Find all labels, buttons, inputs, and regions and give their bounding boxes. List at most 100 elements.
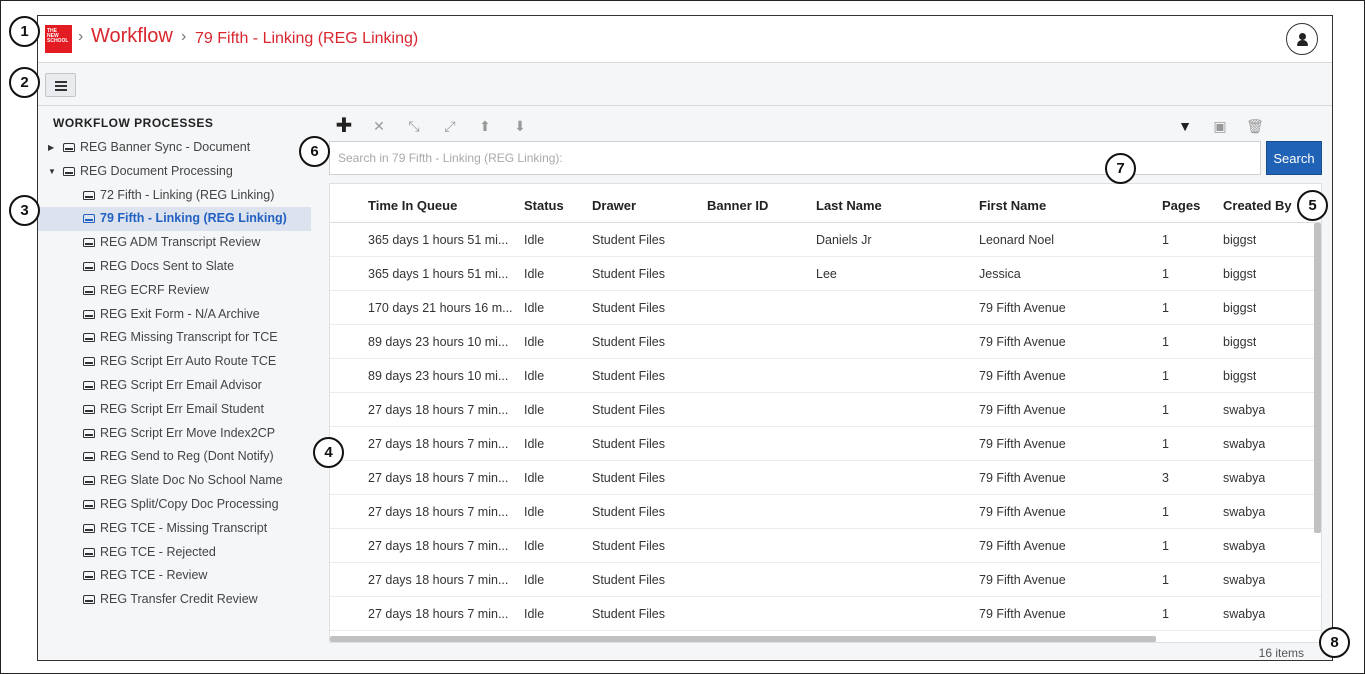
sidebar-item[interactable]: ▼ REG Document Processing (38, 160, 311, 184)
sidebar-item-label: REG Script Err Auto Route TCE (100, 354, 277, 369)
table-cell: swabya (1223, 573, 1266, 587)
callout-marker: 4 (313, 437, 344, 468)
table-row[interactable]: 27 days 18 hours 7 min... Idle Student Fil… (330, 461, 1321, 495)
sidebar-item[interactable]: ▶ REG Banner Sync - Document (38, 136, 311, 160)
sidebar-item[interactable]: REG Missing Transcript for TCE (38, 326, 311, 350)
column-header[interactable]: Banner ID (707, 198, 768, 213)
table-row[interactable]: 27 days 18 hours 7 min... Idle Student Fil… (330, 495, 1321, 529)
sidebar-item-label: REG Transfer Credit Review (100, 592, 258, 607)
sidebar-item[interactable]: REG ADM Transcript Review (38, 231, 311, 255)
app-window: THE NEW SCHOOL › Workflow › 79 Fifth - L… (37, 15, 1333, 661)
table-cell: 1 (1162, 335, 1169, 349)
filter-icon[interactable]: ▼ (1175, 116, 1195, 136)
sidebar-item[interactable]: REG TCE - Review (38, 564, 311, 588)
table-cell: 79 Fifth Avenue (979, 335, 1066, 349)
table-cell: 79 Fifth Avenue (979, 505, 1066, 519)
table-row[interactable]: 170 days 21 hours 16 m... Idle Student Fil… (330, 291, 1321, 325)
chevron-down-icon[interactable]: ▼ (48, 167, 56, 176)
inbox-icon (83, 309, 95, 319)
column-header[interactable]: Status (524, 198, 564, 213)
table-cell: 27 days 18 hours 7 min... (368, 403, 509, 417)
column-header[interactable]: Drawer (592, 198, 636, 213)
table-cell: 365 days 1 hours 51 mi... (368, 267, 509, 281)
collapse-icon[interactable]: ⤡ (404, 116, 424, 136)
table-row[interactable]: 365 days 1 hours 51 mi... Idle Student Fil… (330, 223, 1321, 257)
sidebar-item[interactable]: 72 Fifth - Linking (REG Linking) (38, 184, 311, 208)
callout-marker: 1 (9, 16, 40, 47)
table-cell: biggst (1223, 369, 1257, 383)
sidebar-item[interactable]: 79 Fifth - Linking (REG Linking) (38, 207, 311, 232)
sidebar-item[interactable]: REG TCE - Rejected (38, 541, 311, 565)
close-icon[interactable]: ✕ (369, 116, 389, 136)
sidebar-item[interactable]: REG ECRF Review (38, 279, 311, 303)
callout-marker: 8 (1319, 627, 1350, 658)
table-row[interactable]: 27 days 18 hours 7 min... Idle Student Fil… (330, 393, 1321, 427)
search-button[interactable]: Search (1266, 141, 1322, 175)
expand-icon[interactable]: ⤢ (440, 116, 460, 136)
table-cell: 79 Fifth Avenue (979, 471, 1066, 485)
sidebar-item[interactable]: REG Send to Reg (Dont Notify) (38, 445, 311, 469)
sidebar-item[interactable]: REG Transfer Credit Review (38, 588, 311, 612)
sidebar-item[interactable]: REG Script Err Email Student (38, 398, 311, 422)
table-row[interactable]: 89 days 23 hours 10 mi... Idle Student Fil… (330, 325, 1321, 359)
table-row[interactable]: 27 days 18 hours 7 min... Idle Student Fil… (330, 563, 1321, 597)
callout-marker: 6 (299, 136, 330, 167)
table-cell: swabya (1223, 403, 1266, 417)
table-row[interactable]: 27 days 18 hours 7 min... Idle Student Fil… (330, 597, 1321, 631)
add-icon[interactable]: ✚ (334, 116, 354, 136)
callout-marker: 7 (1105, 153, 1136, 184)
sidebar-item[interactable]: REG Script Err Auto Route TCE (38, 350, 311, 374)
trash-icon[interactable]: 🗑 (1245, 116, 1265, 136)
horizontal-scrollbar[interactable] (330, 636, 1156, 642)
table-row[interactable]: 89 days 23 hours 10 mi... Idle Student Fil… (330, 359, 1321, 393)
table-cell: Student Files (592, 471, 665, 485)
sidebar-item-label: REG Banner Sync - Document (80, 140, 251, 154)
breadcrumb-current-process: 79 Fifth - Linking (REG Linking) (195, 30, 419, 47)
table-cell: Idle (524, 267, 545, 281)
inbox-icon (83, 190, 95, 200)
table-cell: 79 Fifth Avenue (979, 403, 1066, 417)
table-cell: 1 (1162, 267, 1169, 281)
table-cell: 1 (1162, 505, 1169, 519)
column-header[interactable]: Pages (1162, 198, 1200, 213)
user-menu-button[interactable] (1286, 23, 1318, 55)
inbox-icon (83, 476, 95, 486)
table-row[interactable]: 27 days 18 hours 7 min... Idle Student Fil… (330, 427, 1321, 461)
table-cell: 3 (1162, 471, 1169, 485)
sidebar-item-label: REG Slate Doc No School Name (100, 473, 283, 488)
arrow-up-icon[interactable]: ⬆ (475, 116, 495, 136)
sidebar-item[interactable]: REG Split/Copy Doc Processing (38, 493, 311, 517)
callout-marker: 5 (1297, 190, 1328, 221)
table-cell: 27 days 18 hours 7 min... (368, 539, 509, 553)
new-school-logo[interactable]: THE NEW SCHOOL (45, 25, 72, 53)
table-cell: Idle (524, 607, 545, 621)
table-cell: 89 days 23 hours 10 mi... (368, 335, 509, 349)
table-cell: 27 days 18 hours 7 min... (368, 573, 509, 587)
breadcrumb-workflow[interactable]: Workflow (91, 25, 173, 48)
hamburger-menu-button[interactable] (45, 73, 76, 97)
table-cell: Student Files (592, 267, 665, 281)
table-row[interactable]: 365 days 1 hours 51 mi... Idle Student Fil… (330, 257, 1321, 291)
sidebar-item[interactable]: REG Script Err Move Index2CP (38, 422, 311, 446)
save-icon[interactable]: ▣ (1210, 116, 1230, 136)
sidebar-item[interactable]: REG Exit Form - N/A Archive (38, 303, 311, 327)
column-header[interactable]: Created By (1223, 198, 1292, 213)
sidebar-item[interactable]: REG TCE - Missing Transcript (38, 517, 311, 541)
sidebar-item[interactable]: REG Script Err Email Advisor (38, 374, 311, 398)
column-header[interactable]: First Name (979, 198, 1046, 213)
sidebar-item[interactable]: REG Docs Sent to Slate (38, 255, 311, 279)
table-cell: Jessica (979, 267, 1021, 281)
table-cell: 27 days 18 hours 7 min... (368, 607, 509, 621)
sidebar-item-label: 79 Fifth - Linking (REG Linking) (100, 211, 287, 226)
arrow-down-icon[interactable]: ⬇ (510, 116, 530, 136)
column-header[interactable]: Time In Queue (368, 198, 457, 213)
table-cell: Student Files (592, 505, 665, 519)
chevron-right-icon[interactable]: ▶ (48, 143, 54, 152)
sidebar-item[interactable]: REG Slate Doc No School Name (38, 469, 311, 493)
table-cell: Student Files (592, 369, 665, 383)
vertical-scrollbar[interactable] (1314, 223, 1321, 533)
table-row[interactable]: 27 days 18 hours 7 min... Idle Student Fil… (330, 529, 1321, 563)
table-cell: swabya (1223, 505, 1266, 519)
table-cell: biggst (1223, 301, 1257, 315)
column-header[interactable]: Last Name (816, 198, 882, 213)
